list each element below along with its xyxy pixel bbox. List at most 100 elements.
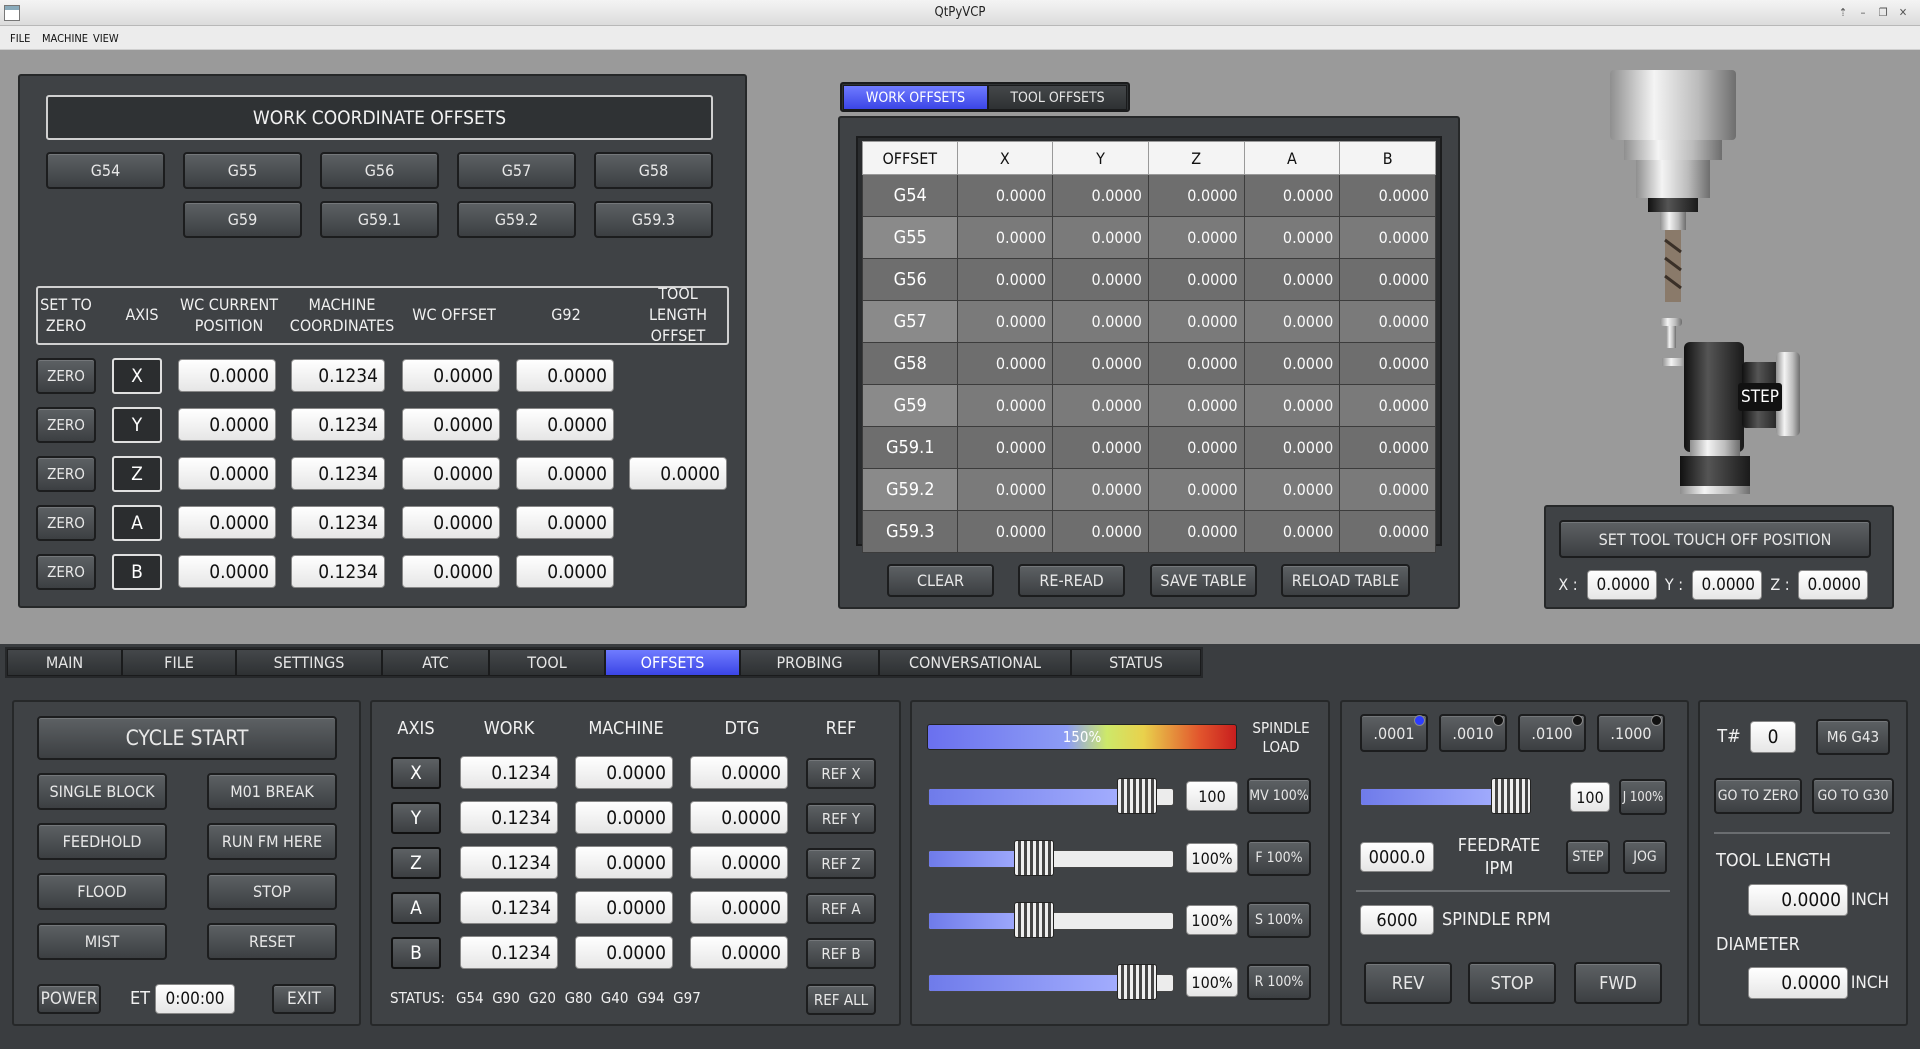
ref-a-button[interactable]: REF A	[806, 893, 876, 924]
menu-machine[interactable]: MACHINE	[42, 32, 88, 45]
zero-x-button[interactable]: ZERO	[36, 358, 96, 394]
table-row[interactable]: G57 0.0000 0.0000 0.0000 0.0000 0.0000	[862, 300, 1436, 343]
table-row[interactable]: G56 0.0000 0.0000 0.0000 0.0000 0.0000	[862, 258, 1436, 301]
go-to-g30-button[interactable]: GO TO G30	[1812, 778, 1894, 814]
offset-cell[interactable]: 0.0000	[1052, 258, 1149, 301]
exit-button[interactable]: EXIT	[272, 984, 336, 1014]
offset-cell[interactable]: 0.0000	[1339, 426, 1436, 469]
m01-break-button[interactable]: M01 BREAK	[207, 773, 337, 810]
offset-cell[interactable]: 0.0000	[1339, 216, 1436, 259]
offset-cell[interactable]: 0.0000	[1147, 300, 1245, 343]
offset-cell[interactable]: 0.0000	[956, 300, 1054, 343]
dro-axis-y[interactable]: Y	[391, 802, 441, 834]
wco-z-g92[interactable]: 0.0000	[516, 457, 614, 490]
shade-icon[interactable]: ⇡	[1836, 6, 1850, 20]
r-100-button[interactable]: R 100%	[1247, 964, 1311, 1000]
zero-a-button[interactable]: ZERO	[36, 505, 96, 541]
maximize-icon[interactable]: ❐	[1876, 6, 1890, 20]
spindle-stop-button[interactable]: STOP	[1468, 962, 1556, 1004]
tab-atc[interactable]: ATC	[382, 649, 489, 676]
wco-g57-button[interactable]: G57	[457, 152, 576, 189]
minimize-icon[interactable]: –	[1856, 6, 1870, 20]
offset-cell[interactable]: 0.0000	[1243, 258, 1341, 301]
spindle-fwd-button[interactable]: FWD	[1574, 962, 1662, 1004]
offset-cell[interactable]: 0.0000	[956, 216, 1054, 259]
re-read-button[interactable]: RE-READ	[1018, 564, 1125, 597]
tool-length-offset-field[interactable]: 0.0000	[629, 457, 727, 490]
offset-cell[interactable]: 0.0000	[1339, 174, 1436, 217]
ref-b-button[interactable]: REF B	[806, 938, 876, 969]
cycle-start-button[interactable]: CYCLE START	[37, 716, 337, 760]
reset-button[interactable]: RESET	[207, 923, 337, 960]
offset-cell[interactable]: 0.0000	[1339, 342, 1436, 385]
wco-x-g92[interactable]: 0.0000	[516, 359, 614, 392]
dro-axis-z[interactable]: Z	[391, 847, 441, 879]
table-row[interactable]: G58 0.0000 0.0000 0.0000 0.0000 0.0000	[862, 342, 1436, 385]
run-from-here-button[interactable]: RUN FM HERE	[207, 823, 337, 860]
spindle-rev-button[interactable]: REV	[1364, 962, 1452, 1004]
offset-cell[interactable]: 0.0000	[1052, 342, 1149, 385]
zero-y-button[interactable]: ZERO	[36, 407, 96, 443]
offset-cell[interactable]: 0.0000	[956, 342, 1054, 385]
wco-a-g92[interactable]: 0.0000	[516, 506, 614, 539]
table-row[interactable]: G59.3 0.0000 0.0000 0.0000 0.0000 0.0000	[862, 510, 1436, 553]
feed-override-handle[interactable]	[1013, 840, 1054, 876]
wco-g54-button[interactable]: G54	[46, 152, 165, 189]
single-block-button[interactable]: SINGLE BLOCK	[37, 773, 167, 810]
flood-button[interactable]: FLOOD	[37, 873, 167, 910]
offset-cell[interactable]: 0.0000	[1147, 258, 1245, 301]
mv-override-handle[interactable]	[1117, 778, 1158, 814]
table-row[interactable]: G55 0.0000 0.0000 0.0000 0.0000 0.0000	[862, 216, 1436, 259]
wco-b-offset[interactable]: 0.0000	[402, 555, 500, 588]
offset-cell[interactable]: 0.0000	[956, 426, 1054, 469]
wco-b-g92[interactable]: 0.0000	[516, 555, 614, 588]
offset-cell[interactable]: 0.0000	[1052, 174, 1149, 217]
zero-z-button[interactable]: ZERO	[36, 456, 96, 492]
menu-file[interactable]: FILE	[10, 32, 30, 45]
m6-g43-button[interactable]: M6 G43	[1816, 719, 1890, 755]
mist-button[interactable]: MIST	[37, 923, 167, 960]
tool-number-field[interactable]: 0	[1750, 721, 1796, 753]
offset-cell[interactable]: 0.0000	[1147, 426, 1245, 469]
table-row[interactable]: G59.2 0.0000 0.0000 0.0000 0.0000 0.0000	[862, 468, 1436, 511]
tab-tool-offsets[interactable]: TOOL OFFSETS	[988, 85, 1127, 110]
close-icon[interactable]: ✕	[1896, 6, 1910, 20]
menu-view[interactable]: VIEW	[93, 32, 119, 45]
touchoff-y-field[interactable]: 0.0000	[1692, 570, 1762, 600]
tab-settings[interactable]: SETTINGS	[236, 649, 382, 676]
offset-cell[interactable]: 0.0000	[956, 174, 1054, 217]
rapid-override-handle[interactable]	[1117, 964, 1158, 1000]
go-to-zero-button[interactable]: GO TO ZERO	[1714, 778, 1802, 814]
tab-work-offsets[interactable]: WORK OFFSETS	[843, 85, 988, 110]
tab-file[interactable]: FILE	[122, 649, 236, 676]
feedhold-button[interactable]: FEEDHOLD	[37, 823, 167, 860]
table-row[interactable]: G59 0.0000 0.0000 0.0000 0.0000 0.0000	[862, 384, 1436, 427]
wco-g58-button[interactable]: G58	[594, 152, 713, 189]
offset-cell[interactable]: 0.0000	[1147, 342, 1245, 385]
offset-cell[interactable]: 0.0000	[1052, 426, 1149, 469]
spindle-rpm-field[interactable]: 6000	[1360, 905, 1434, 935]
wco-g59-button[interactable]: G59	[183, 201, 302, 238]
power-button[interactable]: POWER	[37, 984, 101, 1014]
jog-step-button[interactable]: STEP	[1566, 840, 1610, 874]
dro-axis-b[interactable]: B	[391, 937, 441, 969]
offset-cell[interactable]: 0.0000	[1339, 384, 1436, 427]
feedrate-field[interactable]: 0000.0	[1360, 842, 1434, 872]
touchoff-z-field[interactable]: 0.0000	[1798, 570, 1868, 600]
tab-offsets[interactable]: OFFSETS	[605, 649, 740, 676]
set-tool-touch-off-button[interactable]: SET TOOL TOUCH OFF POSITION	[1559, 520, 1871, 558]
offset-cell[interactable]: 0.0000	[1339, 300, 1436, 343]
jog-speed-handle[interactable]	[1491, 778, 1532, 814]
table-row[interactable]: G59.1 0.0000 0.0000 0.0000 0.0000 0.0000	[862, 426, 1436, 469]
offset-cell[interactable]: 0.0000	[1052, 384, 1149, 427]
wco-g56-button[interactable]: G56	[320, 152, 439, 189]
tab-main[interactable]: MAIN	[7, 649, 122, 676]
offset-cell[interactable]: 0.0000	[1147, 468, 1245, 511]
touchoff-x-field[interactable]: 0.0000	[1587, 570, 1657, 600]
dro-axis-a[interactable]: A	[391, 892, 441, 924]
offset-cell[interactable]: 0.0000	[1243, 342, 1341, 385]
wco-g59-3-button[interactable]: G59.3	[594, 201, 713, 238]
tab-probing[interactable]: PROBING	[740, 649, 879, 676]
s-100-button[interactable]: S 100%	[1247, 902, 1311, 938]
wco-a-offset[interactable]: 0.0000	[402, 506, 500, 539]
